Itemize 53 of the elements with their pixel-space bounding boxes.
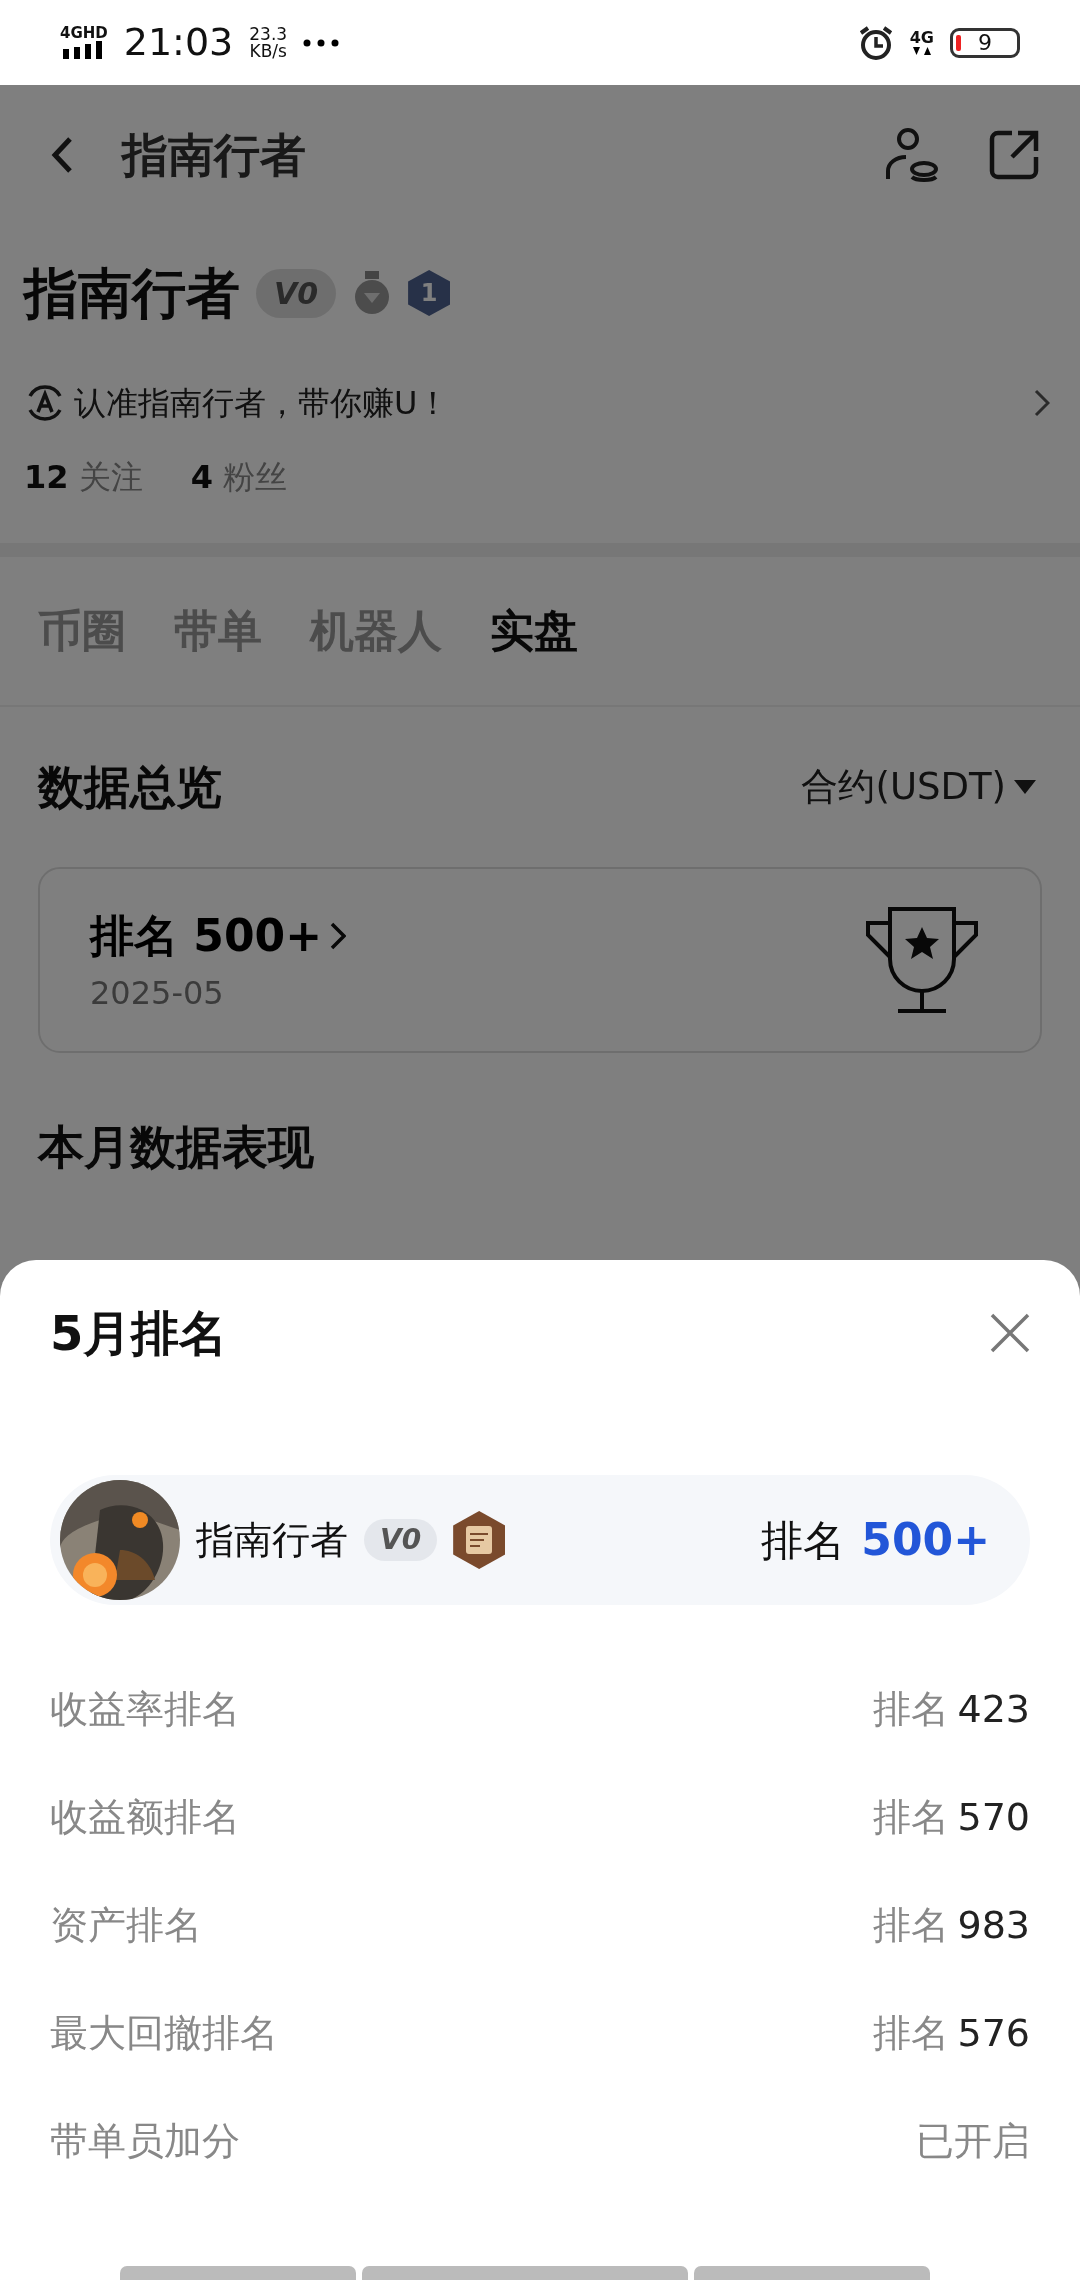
rank-label: 排名	[761, 1514, 846, 1567]
status-text: 已开启	[916, 2117, 1030, 2165]
rank-value: 500+	[861, 1513, 990, 1567]
close-icon[interactable]	[990, 1312, 1030, 1353]
following-count[interactable]: 12 关注	[24, 453, 143, 543]
rank-label: 排名	[873, 1793, 950, 1841]
rank-value: 423	[957, 1685, 1030, 1733]
level-badge: V0	[256, 268, 337, 318]
rank-label: 排名	[873, 2009, 950, 2057]
user-icon[interactable]	[884, 127, 940, 183]
currency-dropdown[interactable]: 合约(USDT)	[795, 758, 1042, 816]
metric-label: 最大回撤排名	[50, 2009, 278, 2057]
user-name: 指南行者	[196, 1516, 348, 1564]
data-arrows-icon	[911, 45, 932, 56]
level-badge: V0	[364, 1519, 438, 1561]
chevron-right-icon	[330, 922, 347, 950]
battery-charge-mark	[956, 34, 961, 51]
fans-count[interactable]: 4 粉丝	[190, 453, 288, 543]
rank-badge: 1	[408, 270, 451, 316]
more-icon	[303, 38, 340, 47]
rank-value: 983	[957, 1901, 1030, 1949]
profile-name: 指南行者	[24, 260, 240, 327]
status-time: 21:03	[123, 19, 234, 66]
metric-label: 带单员加分	[50, 2117, 240, 2165]
rank-card[interactable]: 排名 500+ 2025-05	[38, 867, 1042, 1053]
speed-unit: KB/s	[249, 42, 287, 60]
sheet-title: 5月排名	[50, 1303, 228, 1363]
tab[interactable]: 实盘	[490, 598, 578, 664]
section-title: 数据总览	[38, 758, 222, 816]
network-label: 4GHD	[60, 26, 108, 41]
metric-label: 收益率排名	[50, 1685, 240, 1733]
signal-icon	[62, 41, 105, 59]
network-label: 4G	[909, 29, 934, 46]
share-icon[interactable]	[988, 129, 1040, 181]
chevron-right-icon[interactable]	[1034, 389, 1050, 417]
rank-value: 570	[957, 1793, 1030, 1841]
trophy-icon	[864, 905, 980, 1015]
battery-level: 9	[978, 31, 992, 54]
section-title: 本月数据表现	[38, 1119, 315, 1176]
profile-bio: 认准指南行者，带你赚U！	[74, 383, 450, 424]
alarm-icon	[857, 24, 894, 61]
rank-date: 2025-05	[90, 973, 225, 1014]
rank-value: 576	[957, 2009, 1030, 2057]
caret-down-icon	[1014, 780, 1036, 794]
metric-label: 收益额排名	[50, 1793, 240, 1841]
back-icon[interactable]	[50, 135, 74, 175]
rank-label: 排名	[873, 1685, 950, 1733]
page-title: 指南行者	[122, 126, 306, 184]
scroll-icon	[464, 1524, 495, 1556]
metric-label: 资产排名	[50, 1901, 202, 1949]
rank-link[interactable]: 排名 500+	[90, 903, 347, 969]
rank-label: 排名	[873, 1901, 950, 1949]
network-speed: 23.3	[249, 25, 288, 43]
